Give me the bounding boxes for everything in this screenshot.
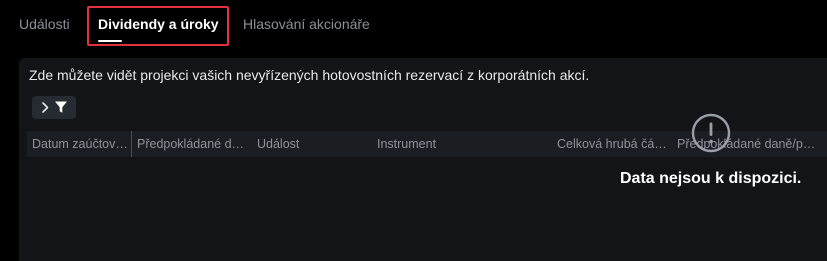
column-header-booking-date[interactable]: Datum zaúčtov… — [32, 131, 129, 157]
tab-label: Hlasování akcionáře — [243, 16, 370, 32]
tab-bar: Události Dividendy a úroky Hlasování akc… — [0, 0, 827, 50]
column-header-instrument[interactable]: Instrument — [377, 131, 547, 157]
alert-circle-icon — [691, 113, 731, 153]
tab-dividends-and-interest[interactable]: Dividendy a úroky — [87, 6, 229, 46]
tab-label: Dividendy a úroky — [98, 16, 219, 32]
panel-description: Zde můžete vidět projekci vašich nevyříz… — [29, 67, 590, 83]
tab-shareholder-voting[interactable]: Hlasování akcionáře — [243, 16, 370, 32]
filter-icon — [55, 101, 67, 113]
column-header-event[interactable]: Událost — [257, 131, 367, 157]
column-header-expected-date[interactable]: Předpokládané d… — [137, 131, 249, 157]
filter-toggle-button[interactable] — [32, 96, 76, 119]
column-header-gross-amount[interactable]: Celková hrubá čá… — [557, 131, 667, 157]
column-resize-handle[interactable] — [131, 131, 132, 157]
active-tab-indicator — [98, 40, 122, 42]
tab-label: Události — [19, 16, 70, 32]
empty-state-message: Data nejsou k dispozici. — [620, 170, 802, 187]
tab-events[interactable]: Události — [19, 16, 70, 32]
corporate-actions-page: Události Dividendy a úroky Hlasování akc… — [0, 0, 827, 261]
chevron-right-icon — [42, 102, 49, 113]
dividends-panel: Zde můžete vidět projekci vašich nevyříz… — [19, 58, 827, 261]
